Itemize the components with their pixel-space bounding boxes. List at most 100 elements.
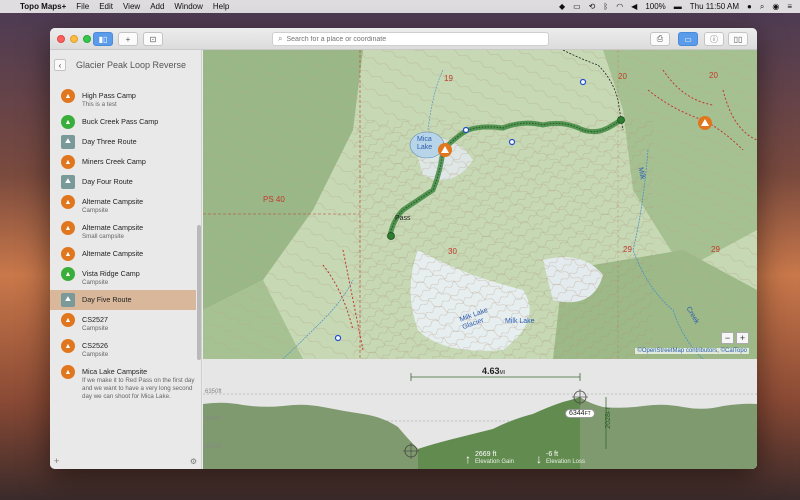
list-item-subtitle: This is a test (82, 101, 117, 108)
distance-value: 4.63 (482, 366, 500, 376)
search-field[interactable]: ⌕ (272, 32, 549, 46)
menu-window[interactable]: Window (174, 2, 202, 11)
route-icon: ⛰ (61, 293, 75, 307)
list-item-text: CS2527 Campsite (82, 313, 108, 333)
arrow-down-icon: ↓ (536, 451, 542, 466)
gear-icon[interactable]: ⚙ (190, 457, 197, 466)
zoom-in-button[interactable]: + (736, 332, 749, 344)
caltopo-attribution-link[interactable]: ©CalTopo (721, 348, 747, 354)
volume-icon[interactable]: ◀ (631, 2, 637, 11)
list-item-text: Day Five Route (82, 293, 132, 305)
time-machine-icon[interactable]: ⟲ (589, 2, 596, 11)
list-item-subtitle: Campsite (82, 351, 109, 358)
section-label-19: 19 (444, 74, 453, 83)
close-window-button[interactable] (57, 34, 65, 43)
menu-file[interactable]: File (76, 2, 89, 11)
sidebar-footer: + ⚙ (50, 456, 202, 469)
list-item[interactable]: ▲ High Pass Camp This is a test (50, 86, 196, 112)
add-button[interactable]: + (118, 32, 138, 46)
list-item[interactable]: ▲ Buck Creek Pass Camp (50, 112, 196, 132)
section-label-ps40: PS 40 (263, 195, 285, 204)
route-icon: ⛰ (61, 175, 75, 189)
info-button[interactable]: ⓘ (704, 32, 724, 46)
list-item[interactable]: ▲ Alternate Campsite (50, 244, 196, 264)
menu-edit[interactable]: Edit (99, 2, 113, 11)
profile-icon: ▭ (684, 34, 692, 44)
menu-bar: Topo Maps+ File Edit View Add Window Hel… (0, 0, 800, 13)
list-item[interactable]: ▲ CS2527 Campsite (50, 310, 196, 336)
list-item-text: Day Four Route (82, 175, 133, 187)
peak-unit: FT (584, 411, 591, 417)
list-item[interactable]: ⛰ Day Three Route (50, 132, 196, 152)
elevation-loss-label: Elevation Loss (546, 459, 586, 465)
campsite-icon: ▲ (61, 313, 75, 327)
list-item[interactable]: ▲ Vista Ridge Camp Campsite (50, 264, 196, 290)
map-layers-button[interactable]: ▯▯ (728, 32, 748, 46)
menu-help[interactable]: Help (213, 2, 229, 11)
sidebar-scrollbar[interactable] (197, 225, 201, 360)
list-item-subtitle: If we make it to Red Pass on the first d… (82, 377, 195, 400)
list-item-name: Day Four Route (82, 177, 133, 186)
list-item[interactable]: ▲ Alternate Campsite Campsite (50, 192, 196, 218)
battery-percent[interactable]: 100% (645, 2, 665, 11)
menu-add[interactable]: Add (150, 2, 164, 11)
print-button[interactable]: ⎙ (650, 32, 670, 46)
rise-unit: FT (606, 407, 612, 414)
list-item-name: High Pass Camp (82, 91, 136, 100)
osm-attribution-link[interactable]: ©OpenStreetMap contributors (637, 348, 717, 354)
campsite-icon: ▲ (61, 195, 75, 209)
sidebar-toggle-button[interactable]: ▮▯ (93, 32, 113, 46)
minimize-window-button[interactable] (70, 34, 78, 43)
list-item-text: High Pass Camp This is a test (82, 89, 136, 109)
list-item[interactable]: ▲ Alternate Campsite Small campsite (50, 218, 196, 244)
cart-icon: ⊡ (149, 34, 157, 44)
zoom-out-button[interactable]: − (721, 332, 734, 344)
siri-icon[interactable]: ◉ (772, 2, 779, 11)
elevation-max-label: 6350ft (205, 389, 222, 395)
dropbox-icon[interactable]: ◆ (559, 2, 565, 11)
pass-label: Pass (395, 215, 411, 222)
map-attribution: ©OpenStreetMap contributors, ©CalTopo (635, 348, 749, 354)
search-input[interactable] (286, 35, 527, 43)
route-icon: ⛰ (61, 135, 75, 149)
campsite-icon: ▲ (61, 247, 75, 261)
elevation-profile[interactable]: 6350ft 5611ft 4874ft 4.63MI 6344FT 2028F… (203, 359, 757, 469)
topo-map[interactable]: 19 20 20 30 29 29 PS 40 Mica Lake Milk L… (203, 50, 757, 359)
notification-center-icon[interactable]: ≡ (787, 2, 792, 11)
list-item[interactable]: ▲ CS2526 Campsite (50, 336, 196, 362)
bluetooth-icon[interactable]: ᛒ (603, 2, 608, 11)
zoom-controls: − + (721, 332, 749, 344)
elevation-rise-readout: 2028FT (605, 407, 612, 429)
list-item-name: Miners Creek Camp (82, 157, 146, 166)
app-window: ▮▯ + ⊡ ⌕ ⎙ ▭ ⓘ ▯▯ ‹ Glacier Peak Loop Re… (50, 28, 757, 469)
distance-unit: MI (499, 370, 506, 376)
elevation-gain-value: 2669 ft (475, 451, 497, 458)
list-item[interactable]: ▲ Mica Lake Campsite If we make it to Red … (50, 362, 196, 404)
wifi-icon[interactable]: ◠ (616, 2, 623, 11)
list-item-name: Alternate Campsite (82, 223, 144, 232)
spotlight-icon[interactable]: ⌕ (760, 2, 764, 12)
elevation-mid-label: 5611ft (205, 416, 222, 422)
user-icon[interactable]: ● (747, 2, 752, 11)
store-button[interactable]: ⊡ (143, 32, 163, 46)
list-item-name: CS2527 (82, 315, 108, 324)
elevation-gain-label: Elevation Gain (475, 459, 515, 465)
list-item-name: Vista Ridge Camp (82, 269, 140, 278)
elevation-profile-toggle[interactable]: ▭ (678, 32, 698, 46)
campsite-marker-east[interactable] (698, 116, 712, 130)
waypoint-list[interactable]: ▲ High Pass Camp This is a test ▲ Buck Creek… (50, 86, 196, 456)
zoom-window-button[interactable] (83, 34, 91, 43)
map-icon: ▯▯ (733, 34, 743, 44)
add-item-button[interactable]: + (54, 456, 59, 466)
back-button[interactable]: ‹ (54, 59, 66, 71)
app-menu[interactable]: Topo Maps+ (20, 2, 66, 11)
chevron-left-icon: ‹ (58, 60, 62, 70)
list-item[interactable]: ⛰ Day Five Route (50, 290, 196, 310)
menu-view[interactable]: View (123, 2, 140, 11)
battery-icon[interactable]: ▬ (674, 2, 682, 11)
clock[interactable]: Thu 11:50 AM (690, 2, 739, 11)
list-item[interactable]: ▲ Miners Creek Camp (50, 152, 196, 172)
list-item[interactable]: ⛰ Day Four Route (50, 172, 196, 192)
list-item-name: Buck Creek Pass Camp (82, 117, 159, 126)
display-icon[interactable]: ▭ (573, 2, 581, 11)
